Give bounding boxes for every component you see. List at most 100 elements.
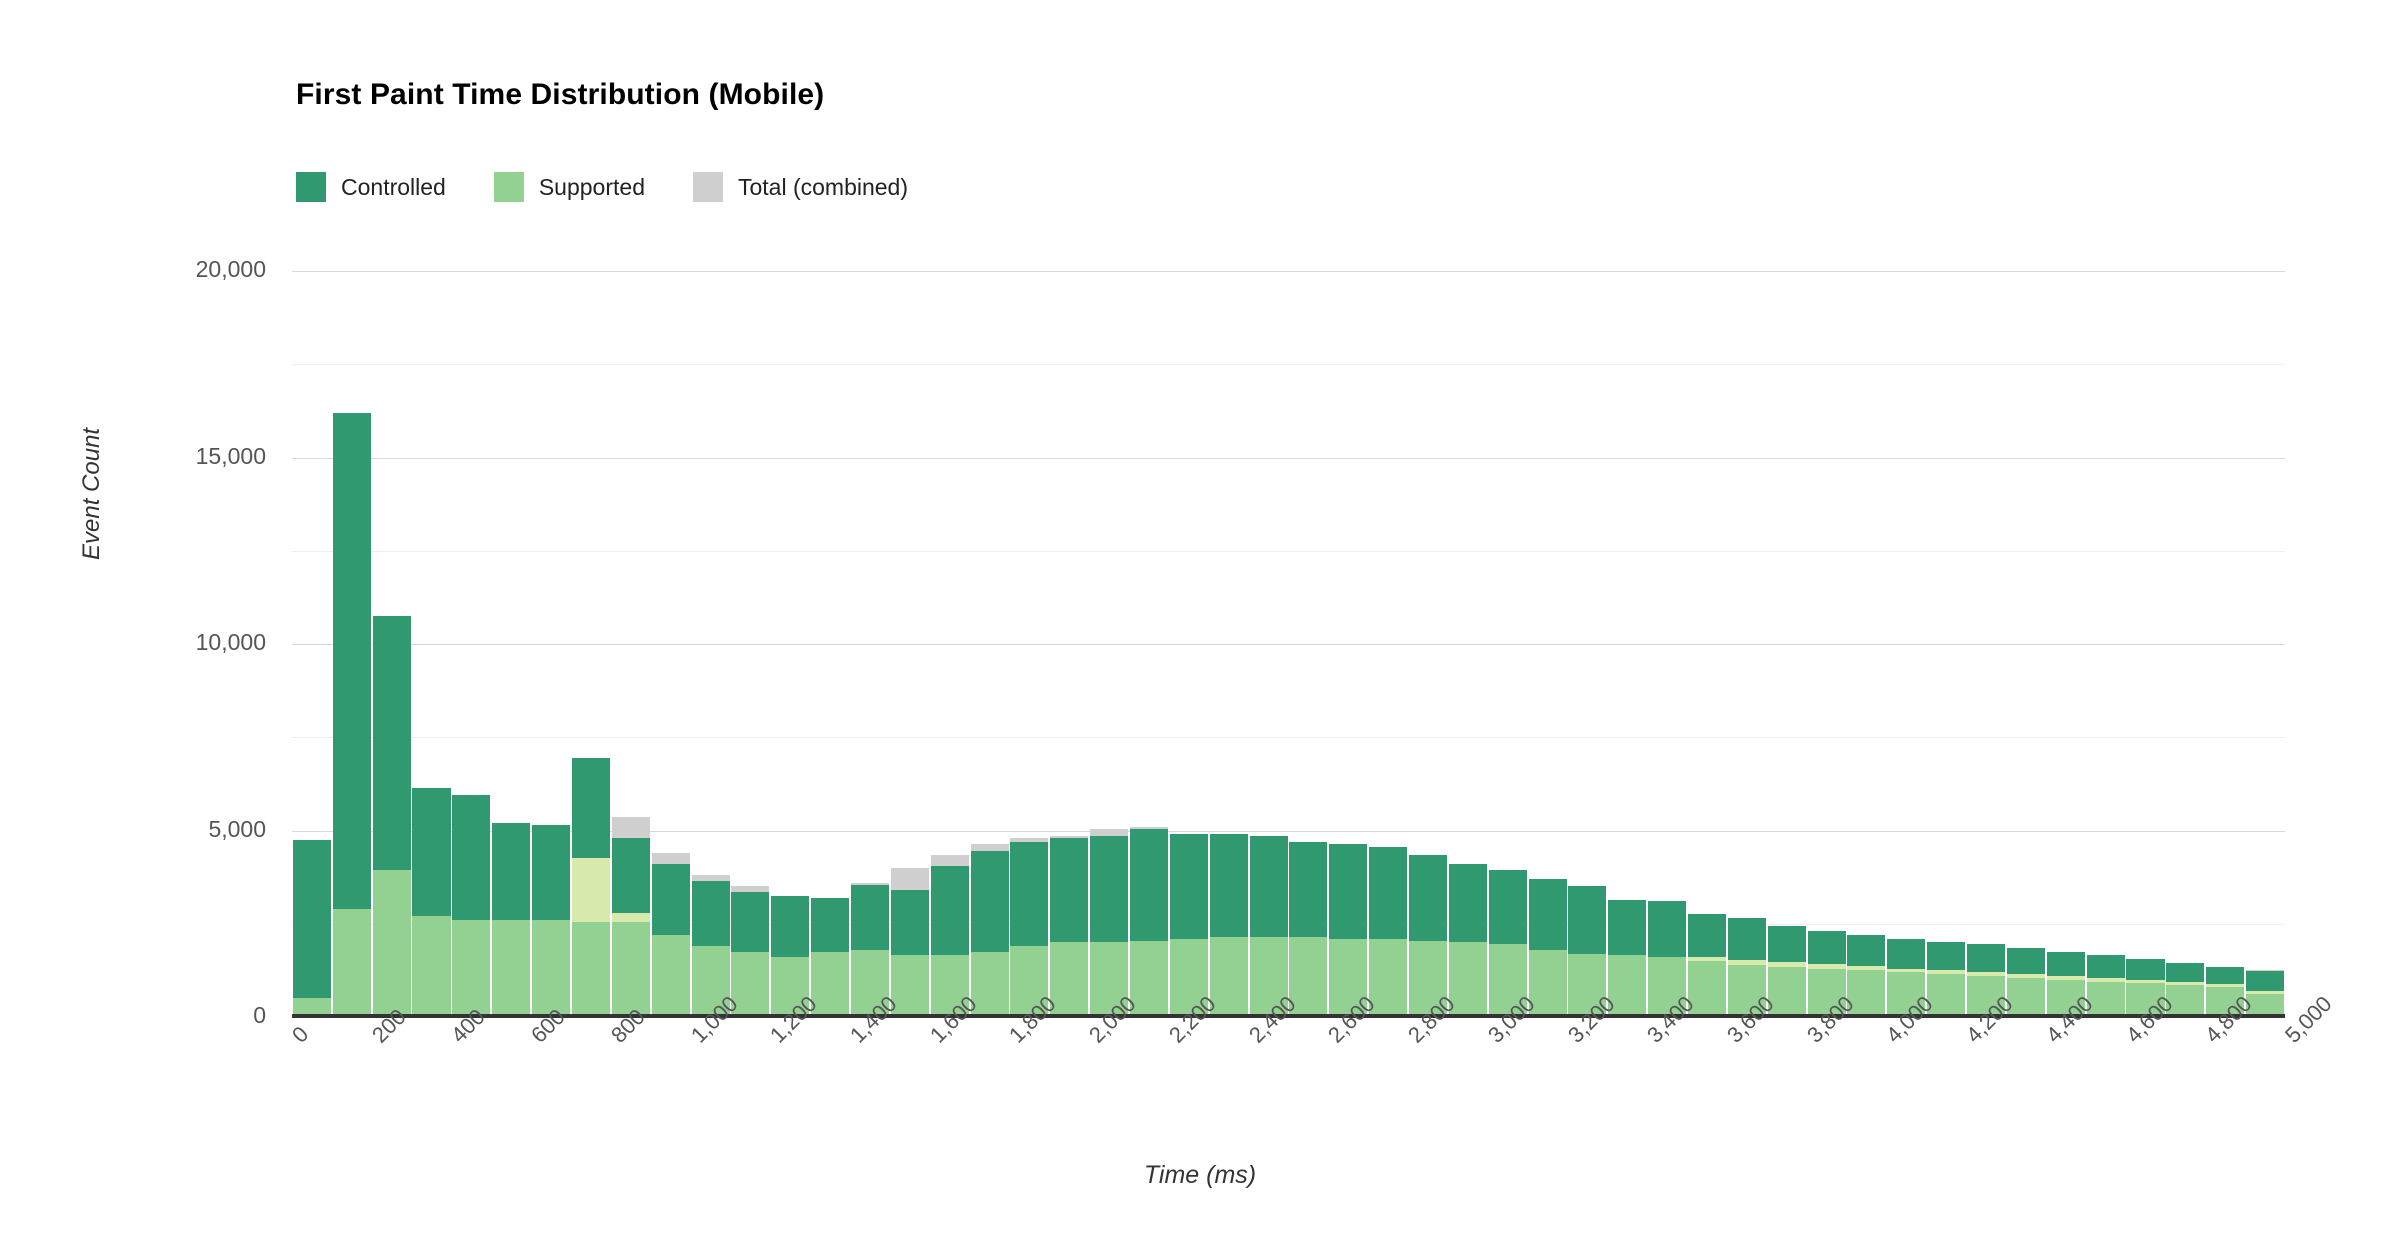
bar-segment-controlled [1688,914,1727,962]
bar-segment-supported [412,916,451,1017]
bar-group[interactable] [771,271,810,1017]
legend-item[interactable]: Controlled [296,172,446,202]
bar-group[interactable] [1010,271,1049,1017]
bar-series [292,271,2285,1017]
bar-group[interactable] [492,271,531,1017]
bar-group[interactable] [1608,271,1647,1017]
chart-title: First Paint Time Distribution (Mobile) [296,78,825,111]
bar-segment-controlled [492,823,531,921]
bar-segment-overlap [2166,982,2205,986]
bar-group[interactable] [611,271,650,1017]
bar-group[interactable] [1169,271,1208,1017]
bar-group[interactable] [1648,271,1687,1017]
bar-group[interactable] [571,271,610,1017]
bar-segment-overlap [1847,966,1886,971]
bar-segment-controlled [1528,879,1567,950]
y-tick-label: 20,000 [195,256,266,282]
bar-segment-controlled [930,865,969,956]
bar-segment-controlled [292,839,331,999]
bar-group[interactable] [1369,271,1408,1017]
bar-segment-controlled [532,824,571,921]
bar-segment-overlap [1727,959,1766,965]
bar-group[interactable] [292,271,331,1017]
bar-segment-controlled [1329,843,1368,939]
x-tick-label: 5,000 [2280,991,2337,1048]
bar-group[interactable] [332,271,371,1017]
y-tick-label: 0 [253,1002,266,1028]
bar-group[interactable] [1329,271,1368,1017]
bar-group[interactable] [1688,271,1727,1017]
bar-segment-supported [611,921,650,1017]
chart-legend: Controlled Supported Total (combined) [296,172,956,202]
bar-group[interactable] [372,271,411,1017]
bar-segment-overlap [1887,968,1926,973]
bar-group[interactable] [1249,271,1288,1017]
bar-group[interactable] [2046,271,2085,1017]
bar-group[interactable] [1927,271,1966,1017]
bar-segment-controlled [1050,837,1089,943]
bar-group[interactable] [452,271,491,1017]
bar-group[interactable] [731,271,770,1017]
bar-group[interactable] [2166,271,2205,1017]
bar-group[interactable] [890,271,929,1017]
bar-group[interactable] [2086,271,2125,1017]
bar-segment-supported [372,869,411,1017]
bar-group[interactable] [1887,271,1926,1017]
bar-segment-controlled [1488,869,1527,945]
bar-group[interactable] [970,271,1009,1017]
bar-segment-controlled [1887,938,1926,973]
bar-group[interactable] [850,271,889,1017]
bar-group[interactable] [1727,271,1766,1017]
bar-group[interactable] [1488,271,1527,1017]
bar-group[interactable] [1967,271,2006,1017]
bar-group[interactable] [532,271,571,1017]
plot-area [292,271,2285,1018]
bar-segment-controlled [970,851,1009,952]
bar-group[interactable] [1289,271,1328,1017]
bar-group[interactable] [1767,271,1806,1017]
bar-segment-controlled [811,897,850,952]
legend-item[interactable]: Total (combined) [692,172,908,202]
bar-group[interactable] [811,271,850,1017]
bar-segment-controlled [731,892,770,952]
bar-group[interactable] [651,271,690,1017]
bar-segment-controlled [1448,864,1487,943]
bar-group[interactable] [412,271,451,1017]
bar-group[interactable] [1209,271,1248,1017]
bar-group[interactable] [691,271,730,1017]
y-tick-label: 10,000 [195,629,266,655]
bar-segment-supported [452,920,491,1017]
bar-group[interactable] [1807,271,1846,1017]
bar-segment-controlled [1010,841,1049,947]
bar-group[interactable] [1090,271,1129,1017]
bar-group[interactable] [1847,271,1886,1017]
bar-segment-controlled [1408,854,1448,941]
bar-segment-controlled [1129,828,1168,941]
bar-segment-overlap [2126,980,2165,984]
bar-segment-controlled [1847,934,1886,971]
bar-segment-controlled [890,890,929,956]
bar-group[interactable] [930,271,969,1017]
bar-segment-supported [532,920,571,1017]
bar-group[interactable] [2246,271,2285,1017]
bar-segment-controlled [372,616,411,870]
x-tick-label: 0 [287,1021,314,1048]
bar-group[interactable] [1129,271,1168,1017]
y-tick-label: 15,000 [195,442,266,469]
bar-group[interactable] [2206,271,2245,1017]
bar-group[interactable] [2126,271,2165,1017]
legend-item[interactable]: Supported [493,172,645,202]
bar-group[interactable] [1528,271,1567,1017]
bar-group[interactable] [1448,271,1487,1017]
bar-group[interactable] [1568,271,1607,1017]
bar-segment-overlap [1688,956,1727,962]
legend-item-label: Controlled [341,173,446,200]
legend-swatch-supported [493,172,524,202]
bar-segment-overlap [611,912,650,922]
bar-group[interactable] [2006,271,2045,1017]
bar-segment-overlap [1767,962,1806,967]
bar-segment-controlled [332,412,371,909]
bar-group[interactable] [1408,271,1448,1017]
bar-segment-controlled [1249,836,1288,937]
bar-group[interactable] [1050,271,1089,1017]
